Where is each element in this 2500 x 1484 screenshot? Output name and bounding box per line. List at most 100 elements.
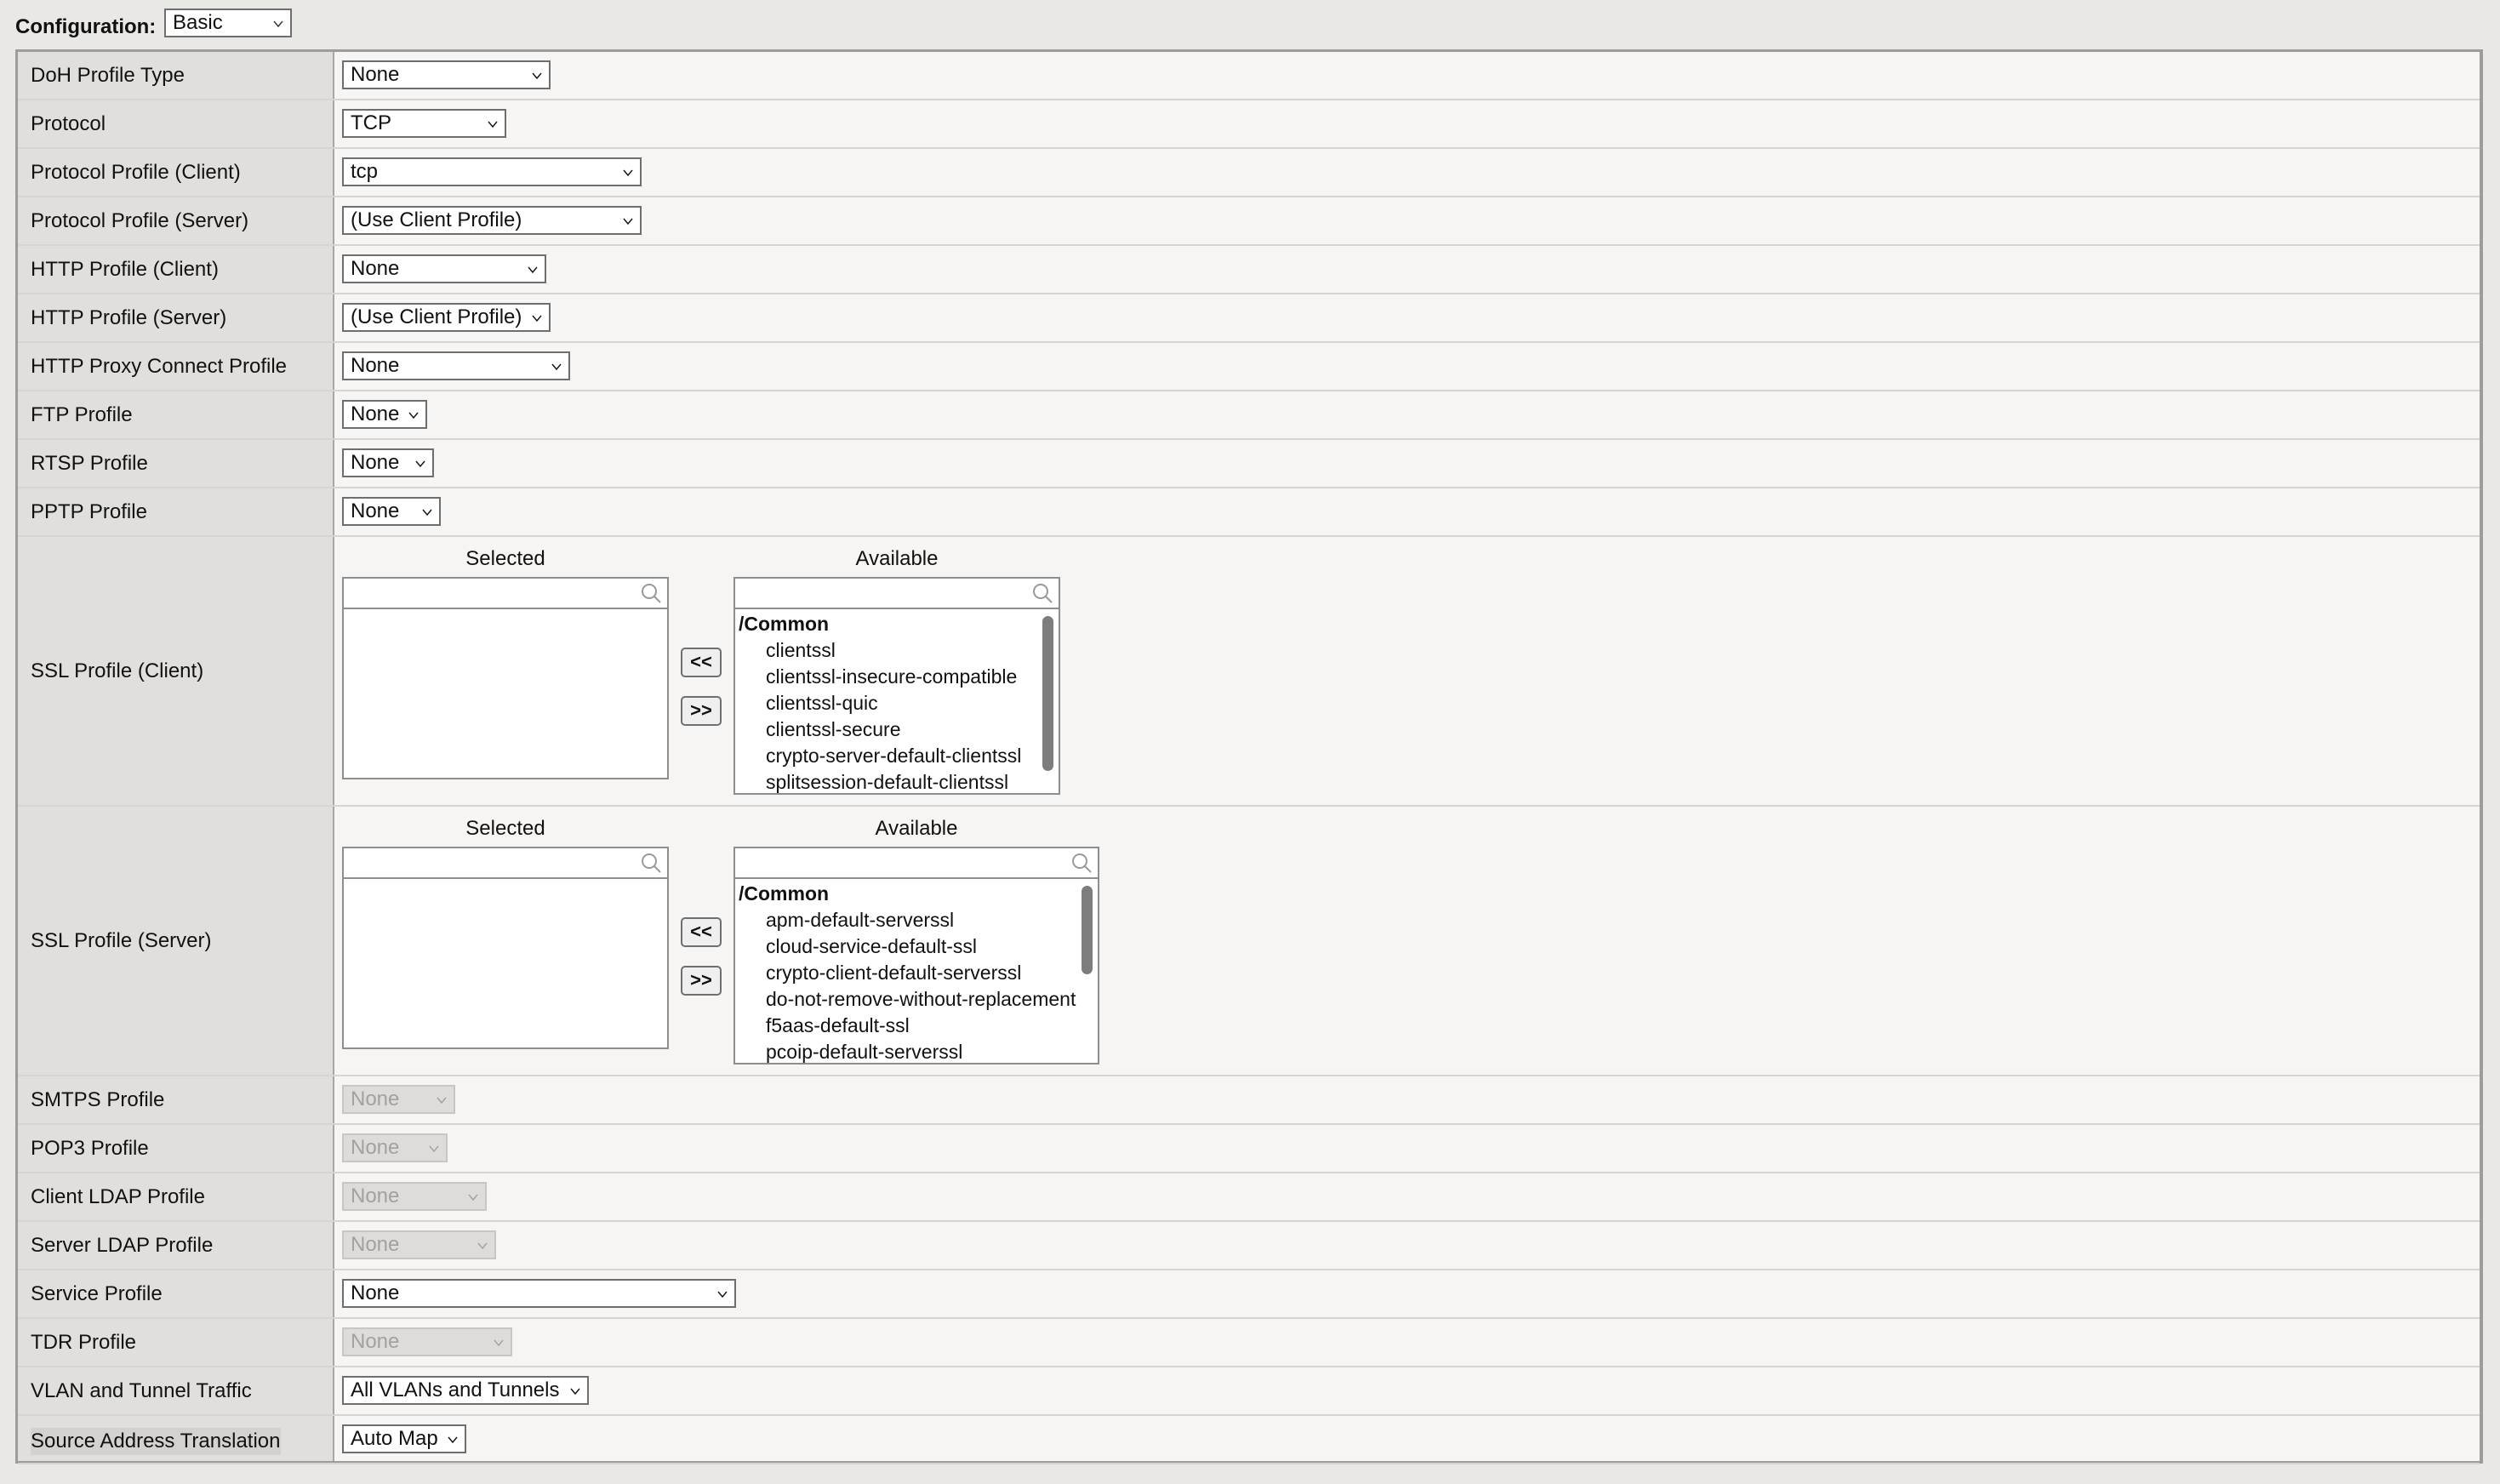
available-items[interactable]: /Common clientssl clientssl-insecure-compa… bbox=[735, 611, 1059, 793]
search-icon bbox=[642, 584, 661, 603]
available-item[interactable]: crypto-server-default-clientssl bbox=[735, 743, 1059, 769]
protocol-value: TCP bbox=[351, 111, 391, 134]
http-proxy-connect-profile-label: HTTP Proxy Connect Profile bbox=[31, 355, 287, 378]
chevron-down-icon bbox=[468, 1194, 478, 1201]
row-ssl-server: SSL Profile (Server) Selected Available << >… bbox=[18, 807, 2480, 1076]
protocol-profile-client-select[interactable]: tcp bbox=[342, 157, 642, 186]
chevron-down-icon bbox=[717, 1291, 728, 1298]
pptp-profile-select[interactable]: None bbox=[342, 497, 441, 526]
available-items[interactable]: /Common apm-default-serverssl cloud-servic… bbox=[735, 881, 1098, 1063]
selected-title: Selected bbox=[465, 817, 545, 840]
http-profile-client-label: HTTP Profile (Client) bbox=[31, 258, 219, 281]
service-profile-select[interactable]: None bbox=[342, 1279, 736, 1308]
tdr-profile-label: TDR Profile bbox=[31, 1331, 137, 1354]
profiles-table: DoH Profile Type None Protocol TCP Protocol … bbox=[15, 49, 2483, 1464]
server-ldap-profile-select[interactable]: None bbox=[342, 1230, 496, 1259]
protocol-profile-client-label: Protocol Profile (Client) bbox=[31, 161, 241, 184]
protocol-label: Protocol bbox=[31, 112, 106, 135]
client-ldap-profile-value: None bbox=[351, 1184, 400, 1207]
row-tdr-profile: TDR Profile None bbox=[18, 1319, 2480, 1367]
chevron-down-icon bbox=[408, 412, 419, 420]
available-item[interactable]: clientssl-insecure-compatible bbox=[735, 664, 1059, 690]
available-item[interactable]: crypto-client-default-serverssl bbox=[735, 960, 1098, 986]
row-ftp-profile: FTP Profile None bbox=[18, 391, 2480, 440]
tdr-profile-select[interactable]: None bbox=[342, 1327, 512, 1356]
tdr-profile-value: None bbox=[351, 1330, 400, 1353]
available-search-input[interactable] bbox=[735, 848, 1098, 879]
rtsp-profile-select[interactable]: None bbox=[342, 448, 434, 477]
available-title: Available bbox=[855, 547, 939, 570]
available-item[interactable]: splitsession-default-clientssl bbox=[735, 769, 1059, 793]
service-profile-value: None bbox=[351, 1281, 400, 1304]
available-scrollbar[interactable] bbox=[1042, 616, 1053, 771]
row-service-profile: Service Profile None bbox=[18, 1270, 2480, 1319]
selected-list[interactable] bbox=[342, 577, 669, 779]
pop3-profile-select[interactable]: None bbox=[342, 1133, 448, 1162]
available-item[interactable]: clientssl-secure bbox=[735, 716, 1059, 743]
pop3-profile-label: POP3 Profile bbox=[31, 1137, 149, 1160]
chevron-down-icon bbox=[477, 1242, 488, 1250]
http-proxy-connect-profile-select[interactable]: None bbox=[342, 351, 570, 380]
server-ldap-profile-value: None bbox=[351, 1233, 400, 1256]
available-list[interactable]: /Common apm-default-serverssl cloud-servic… bbox=[733, 847, 1099, 1064]
selected-title: Selected bbox=[465, 547, 545, 570]
selected-items[interactable] bbox=[344, 881, 667, 1047]
http-profile-server-label: HTTP Profile (Server) bbox=[31, 306, 227, 329]
configuration-label: Configuration: bbox=[15, 15, 157, 38]
chevron-down-icon bbox=[623, 169, 633, 177]
row-rtsp-profile: RTSP Profile None bbox=[18, 440, 2480, 488]
row-protocol-profile-server: Protocol Profile (Server) (Use Client Pro… bbox=[18, 197, 2480, 246]
doh-profile-type-select[interactable]: None bbox=[342, 60, 551, 89]
protocol-profile-server-select[interactable]: (Use Client Profile) bbox=[342, 206, 642, 235]
move-to-selected-button[interactable]: << bbox=[681, 648, 722, 677]
available-item[interactable]: clientssl bbox=[735, 637, 1059, 664]
source-address-translation-select[interactable]: Auto Map bbox=[342, 1424, 466, 1453]
server-ldap-profile-label: Server LDAP Profile bbox=[31, 1234, 214, 1257]
configuration-select[interactable]: Basic bbox=[164, 9, 292, 37]
row-ssl-client: SSL Profile (Client) Selected Available << >… bbox=[18, 537, 2480, 807]
chevron-down-icon bbox=[437, 1097, 447, 1104]
ssl-client-label: SSL Profile (Client) bbox=[31, 659, 204, 682]
client-ldap-profile-label: Client LDAP Profile bbox=[31, 1185, 205, 1208]
http-profile-client-select[interactable]: None bbox=[342, 254, 546, 283]
row-source-address-translation: Source Address Translation Auto Map bbox=[18, 1416, 2480, 1464]
vlan-tunnel-traffic-value: All VLANs and Tunnels bbox=[351, 1378, 560, 1401]
row-http-proxy-connect-profile: HTTP Proxy Connect Profile None bbox=[18, 343, 2480, 391]
available-group: /Common bbox=[739, 613, 830, 635]
search-icon bbox=[642, 853, 661, 873]
protocol-profile-server-label: Protocol Profile (Server) bbox=[31, 209, 249, 232]
available-item[interactable]: cloud-service-default-ssl bbox=[735, 933, 1098, 960]
available-item[interactable]: apm-default-serverssl bbox=[735, 907, 1098, 933]
pptp-profile-label: PPTP Profile bbox=[31, 500, 147, 523]
row-http-profile-client: HTTP Profile (Client) None bbox=[18, 246, 2480, 294]
available-search-input[interactable] bbox=[735, 579, 1059, 609]
client-ldap-profile-select[interactable]: None bbox=[342, 1182, 487, 1211]
selected-items[interactable] bbox=[344, 611, 667, 778]
chevron-down-icon bbox=[415, 460, 425, 468]
available-item[interactable]: pcoip-default-serverssl bbox=[735, 1039, 1098, 1063]
chevron-down-icon bbox=[273, 20, 283, 28]
ftp-profile-select[interactable]: None bbox=[342, 400, 427, 429]
ssl-server-label: SSL Profile (Server) bbox=[31, 929, 212, 952]
move-to-selected-button[interactable]: << bbox=[681, 917, 722, 947]
smtps-profile-label: SMTPS Profile bbox=[31, 1088, 165, 1111]
chevron-down-icon bbox=[551, 363, 562, 371]
smtps-profile-select[interactable]: None bbox=[342, 1085, 455, 1114]
vlan-tunnel-traffic-select[interactable]: All VLANs and Tunnels bbox=[342, 1376, 589, 1405]
available-item[interactable]: do-not-remove-without-replacement bbox=[735, 986, 1098, 1013]
available-scrollbar[interactable] bbox=[1082, 886, 1093, 974]
selected-list[interactable] bbox=[342, 847, 669, 1049]
row-doh-profile-type: DoH Profile Type None bbox=[18, 52, 2480, 100]
move-to-available-button[interactable]: >> bbox=[681, 966, 722, 996]
available-item[interactable]: f5aas-default-ssl bbox=[735, 1013, 1098, 1039]
available-item[interactable]: clientssl-quic bbox=[735, 690, 1059, 716]
http-profile-server-select[interactable]: (Use Client Profile) bbox=[342, 303, 551, 332]
move-to-available-button[interactable]: >> bbox=[681, 696, 722, 726]
protocol-select[interactable]: TCP bbox=[342, 109, 506, 138]
configuration-value: Basic bbox=[173, 11, 223, 34]
selected-search-input[interactable] bbox=[344, 579, 667, 609]
selected-search-input[interactable] bbox=[344, 848, 667, 879]
chevron-down-icon bbox=[494, 1339, 504, 1347]
available-list[interactable]: /Common clientssl clientssl-insecure-compa… bbox=[733, 577, 1060, 795]
row-server-ldap-profile: Server LDAP Profile None bbox=[18, 1222, 2480, 1270]
